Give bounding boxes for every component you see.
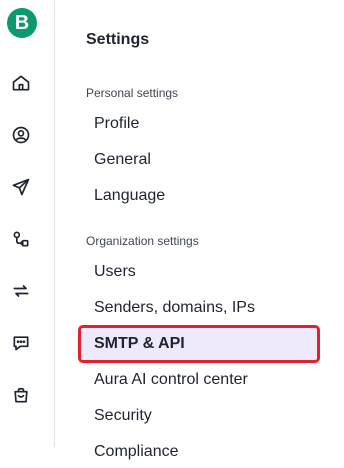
nav-item-language[interactable]: Language	[81, 180, 317, 212]
settings-panel: Settings Personal settings Profile Gener…	[55, 0, 344, 460]
brand-logo[interactable]: B	[7, 8, 37, 38]
campaigns-icon[interactable]	[10, 176, 32, 198]
conversations-icon[interactable]	[10, 332, 32, 354]
nav-item-aura-ai-control-center[interactable]: Aura AI control center	[81, 364, 317, 396]
transactional-icon[interactable]	[10, 280, 32, 302]
page-title: Settings	[86, 31, 150, 48]
sales-icon[interactable]	[10, 384, 32, 406]
contacts-icon[interactable]	[10, 124, 32, 146]
nav-item-senders-domains-ips[interactable]: Senders, domains, IPs	[81, 292, 317, 324]
nav-item-security[interactable]: Security	[81, 400, 317, 432]
nav-item-smtp-api[interactable]: SMTP & API	[78, 325, 320, 363]
automations-icon[interactable]	[10, 228, 32, 250]
nav-item-profile[interactable]: Profile	[81, 108, 317, 140]
left-icon-rail: B	[0, 0, 55, 447]
organization-settings-label: Organization settings	[86, 234, 199, 248]
personal-settings-label: Personal settings	[86, 86, 179, 100]
nav-item-compliance[interactable]: Compliance	[81, 436, 317, 468]
nav-item-general[interactable]: General	[81, 144, 317, 176]
nav-item-users[interactable]: Users	[81, 256, 317, 288]
home-icon[interactable]	[10, 72, 32, 94]
